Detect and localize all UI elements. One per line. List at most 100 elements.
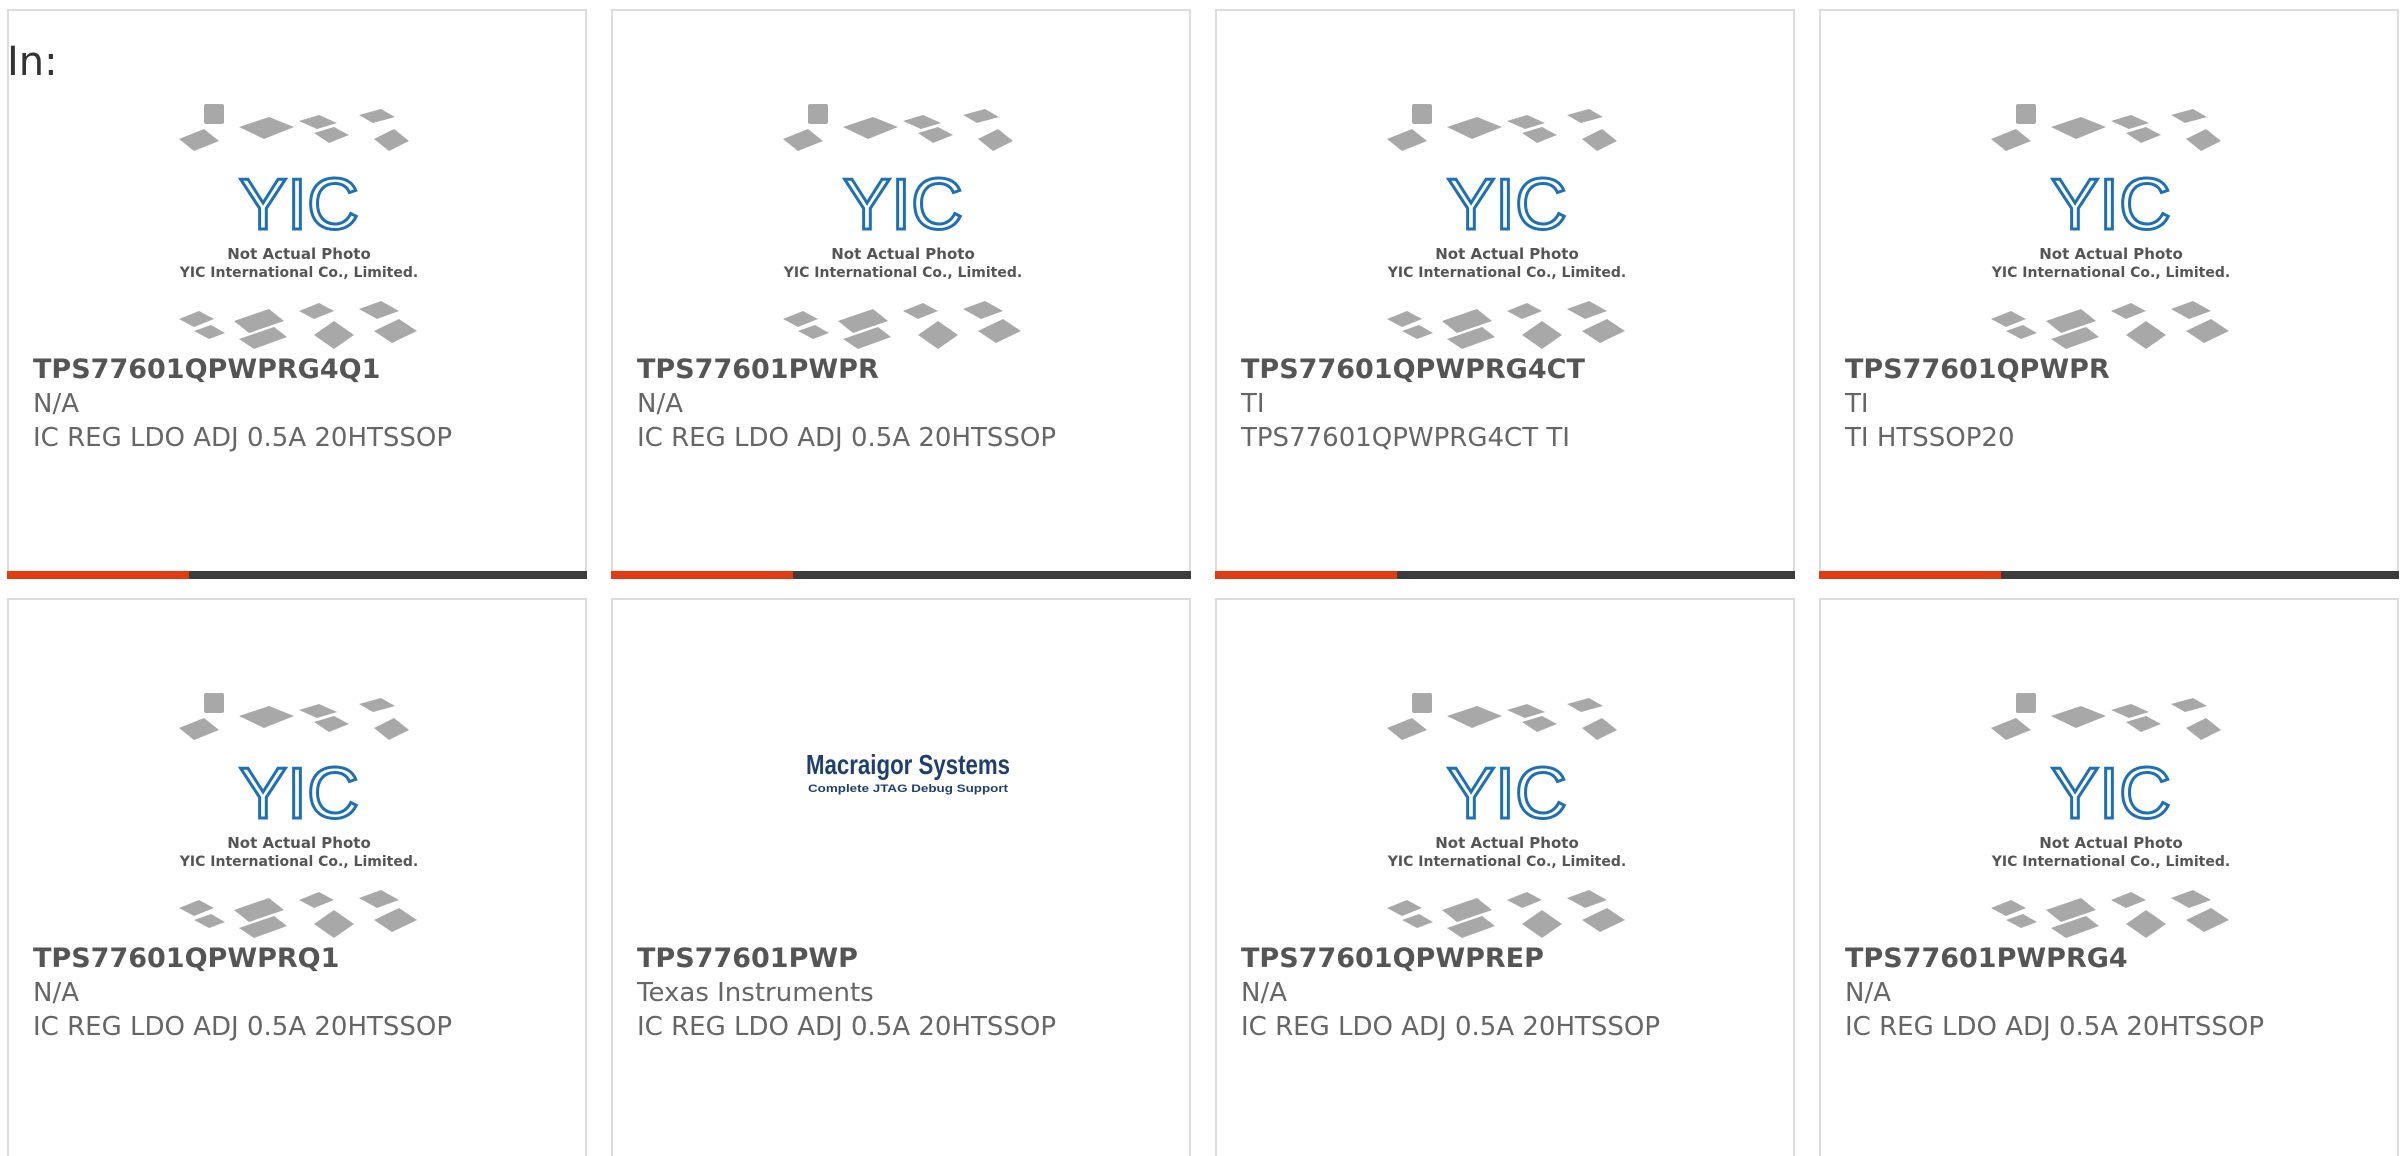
chip-shape [239, 706, 294, 728]
chip-shape [1402, 325, 1433, 339]
manufacturer: Texas Instruments [637, 978, 874, 1008]
placeholder-caption: YIC International Co., Limited. [1991, 854, 2230, 870]
chip-shape [1582, 718, 1617, 740]
chip-shape [903, 303, 938, 319]
yic-logo: YIC [2051, 754, 2171, 834]
chip-shape [1412, 104, 1432, 124]
chip-shape [2111, 115, 2149, 129]
chip-shape [2111, 303, 2146, 319]
chip-shape [918, 127, 953, 143]
part-number-link[interactable]: TPS77601QPWPRG4CT [1241, 353, 1781, 387]
card-bottom-bar [1819, 571, 2399, 579]
product-info: TPS77601QPWPR TI TI HTSSOP20 [1845, 353, 2385, 455]
product-image-placeholder: YICNot Actual Photo YIC International Co.… [783, 104, 1022, 349]
chip-shape [1507, 704, 1545, 718]
product-info: TPS77601QPWPRQ1 N/A IC REG LDO ADJ 0.5A … [33, 942, 573, 1044]
chip-shape [1567, 301, 1607, 319]
part-number-link[interactable]: TPS77601QPWPR [1845, 353, 2385, 387]
chip-shape [2006, 325, 2037, 339]
product-image-placeholder: YICNot Actual Photo YIC International Co.… [1387, 693, 1626, 938]
macraigor-logo-image: Macraigor Systems Complete JTAG Debug Su… [806, 749, 1010, 795]
chip-shape [1387, 718, 1427, 740]
chip-shape [2186, 908, 2229, 932]
part-number-link[interactable]: TPS77601PWPR [637, 353, 1177, 387]
product-card[interactable]: YIC Not Actual Photo YIC International Co.… [7, 598, 587, 1156]
chip-shape [359, 301, 399, 319]
chip-shape [2111, 704, 2149, 718]
chip-shape [194, 914, 225, 928]
description: IC REG LDO ADJ 0.5A 20HTSSOP [33, 1012, 453, 1042]
manufacturer: TI [1241, 389, 1265, 419]
chip-shape [2016, 104, 2036, 124]
product-image-placeholder: YICNot Actual Photo YIC International Co.… [1991, 693, 2230, 938]
chip-shape [2186, 319, 2229, 343]
yic-logo: YIC [239, 754, 359, 834]
placeholder-caption: Not Actual Photo [1435, 834, 1579, 852]
product-card[interactable]: Macraigor Systems Complete JTAG Debug Su… [611, 598, 1191, 1156]
manufacturer: N/A [33, 389, 79, 419]
part-number-link[interactable]: TPS77601PWPRG4 [1845, 942, 2385, 976]
product-image-placeholder: YICNot Actual Photo YIC International Co.… [1991, 104, 2230, 349]
chip-shape [2186, 718, 2221, 740]
chip-shape [1507, 115, 1545, 129]
product-card[interactable]: YIC Not Actual Photo YIC International Co.… [7, 9, 587, 579]
yic-logo: YIC [843, 165, 963, 245]
chip-shape [179, 129, 219, 151]
product-info: TPS77601PWP Texas Instruments IC REG LDO… [637, 942, 1177, 1044]
product-card[interactable]: YIC Not Actual Photo YIC International Co.… [1215, 598, 1795, 1156]
chip-shape [314, 127, 349, 143]
chip-shape [2126, 127, 2161, 143]
product-info: TPS77601QPWPRG4CT TI TPS77601QPWPRG4CT T… [1241, 353, 1781, 455]
chip-shape [1582, 129, 1617, 151]
description: IC REG LDO ADJ 0.5A 20HTSSOP [1241, 1012, 1661, 1042]
part-number-link[interactable]: TPS77601QPWPRQ1 [33, 942, 573, 976]
placeholder-caption: YIC International Co., Limited. [179, 854, 418, 870]
chip-shape [2186, 129, 2221, 151]
chip-shape [374, 718, 409, 740]
manufacturer: N/A [637, 389, 683, 419]
placeholder-caption: Not Actual Photo [227, 245, 371, 263]
chip-shape [963, 301, 1003, 319]
manufacturer: TI [1845, 389, 1869, 419]
chip-shape [2016, 693, 2036, 713]
chip-shape [918, 321, 958, 349]
part-number-link[interactable]: TPS77601QPWPREP [1241, 942, 1781, 976]
card-bottom-bar [1215, 571, 1795, 579]
chip-shape [374, 908, 417, 932]
chip-shape [359, 698, 395, 712]
chip-shape [1991, 900, 2026, 916]
placeholder-caption: YIC International Co., Limited. [1991, 265, 2230, 281]
product-card[interactable]: YIC Not Actual Photo YIC International Co.… [1819, 598, 2399, 1156]
placeholder-caption: YIC International Co., Limited. [783, 265, 1022, 281]
chip-shape [314, 716, 349, 732]
chip-shape [2171, 109, 2207, 123]
yic-logo: YIC [1447, 754, 1567, 834]
product-image-placeholder: YICNot Actual Photo YIC International Co.… [1387, 104, 1626, 349]
chip-shape [798, 325, 829, 339]
chip-shape [978, 129, 1013, 151]
chip-shape [2171, 301, 2211, 319]
chip-shape [2126, 321, 2166, 349]
part-number-link[interactable]: TPS77601QPWPRG4Q1 [33, 353, 573, 387]
chip-shape [359, 109, 395, 123]
placeholder-caption: Not Actual Photo [1435, 245, 1579, 263]
product-card[interactable]: YIC Not Actual Photo YIC International Co.… [611, 9, 1191, 579]
chip-shape [299, 115, 337, 129]
chip-shape [194, 325, 225, 339]
card-bottom-bar [7, 571, 587, 579]
placeholder-caption: Not Actual Photo [227, 834, 371, 852]
chip-shape [2111, 892, 2146, 908]
placeholder-caption: Not Actual Photo [2039, 834, 2183, 852]
chip-shape [2171, 890, 2211, 908]
product-card[interactable]: YIC Not Actual Photo YIC International Co.… [1215, 9, 1795, 579]
chip-shape [978, 319, 1021, 343]
macraigor-logo-title: Macraigor Systems [806, 749, 1010, 780]
manufacturer: N/A [1241, 978, 1287, 1008]
chip-shape [1387, 129, 1427, 151]
placeholder-caption: Not Actual Photo [831, 245, 975, 263]
chip-shape [204, 104, 224, 124]
product-card[interactable]: YIC Not Actual Photo YIC International Co.… [1819, 9, 2399, 579]
part-number-link[interactable]: TPS77601PWP [637, 942, 1177, 976]
chip-shape [179, 718, 219, 740]
chip-shape [1582, 319, 1625, 343]
